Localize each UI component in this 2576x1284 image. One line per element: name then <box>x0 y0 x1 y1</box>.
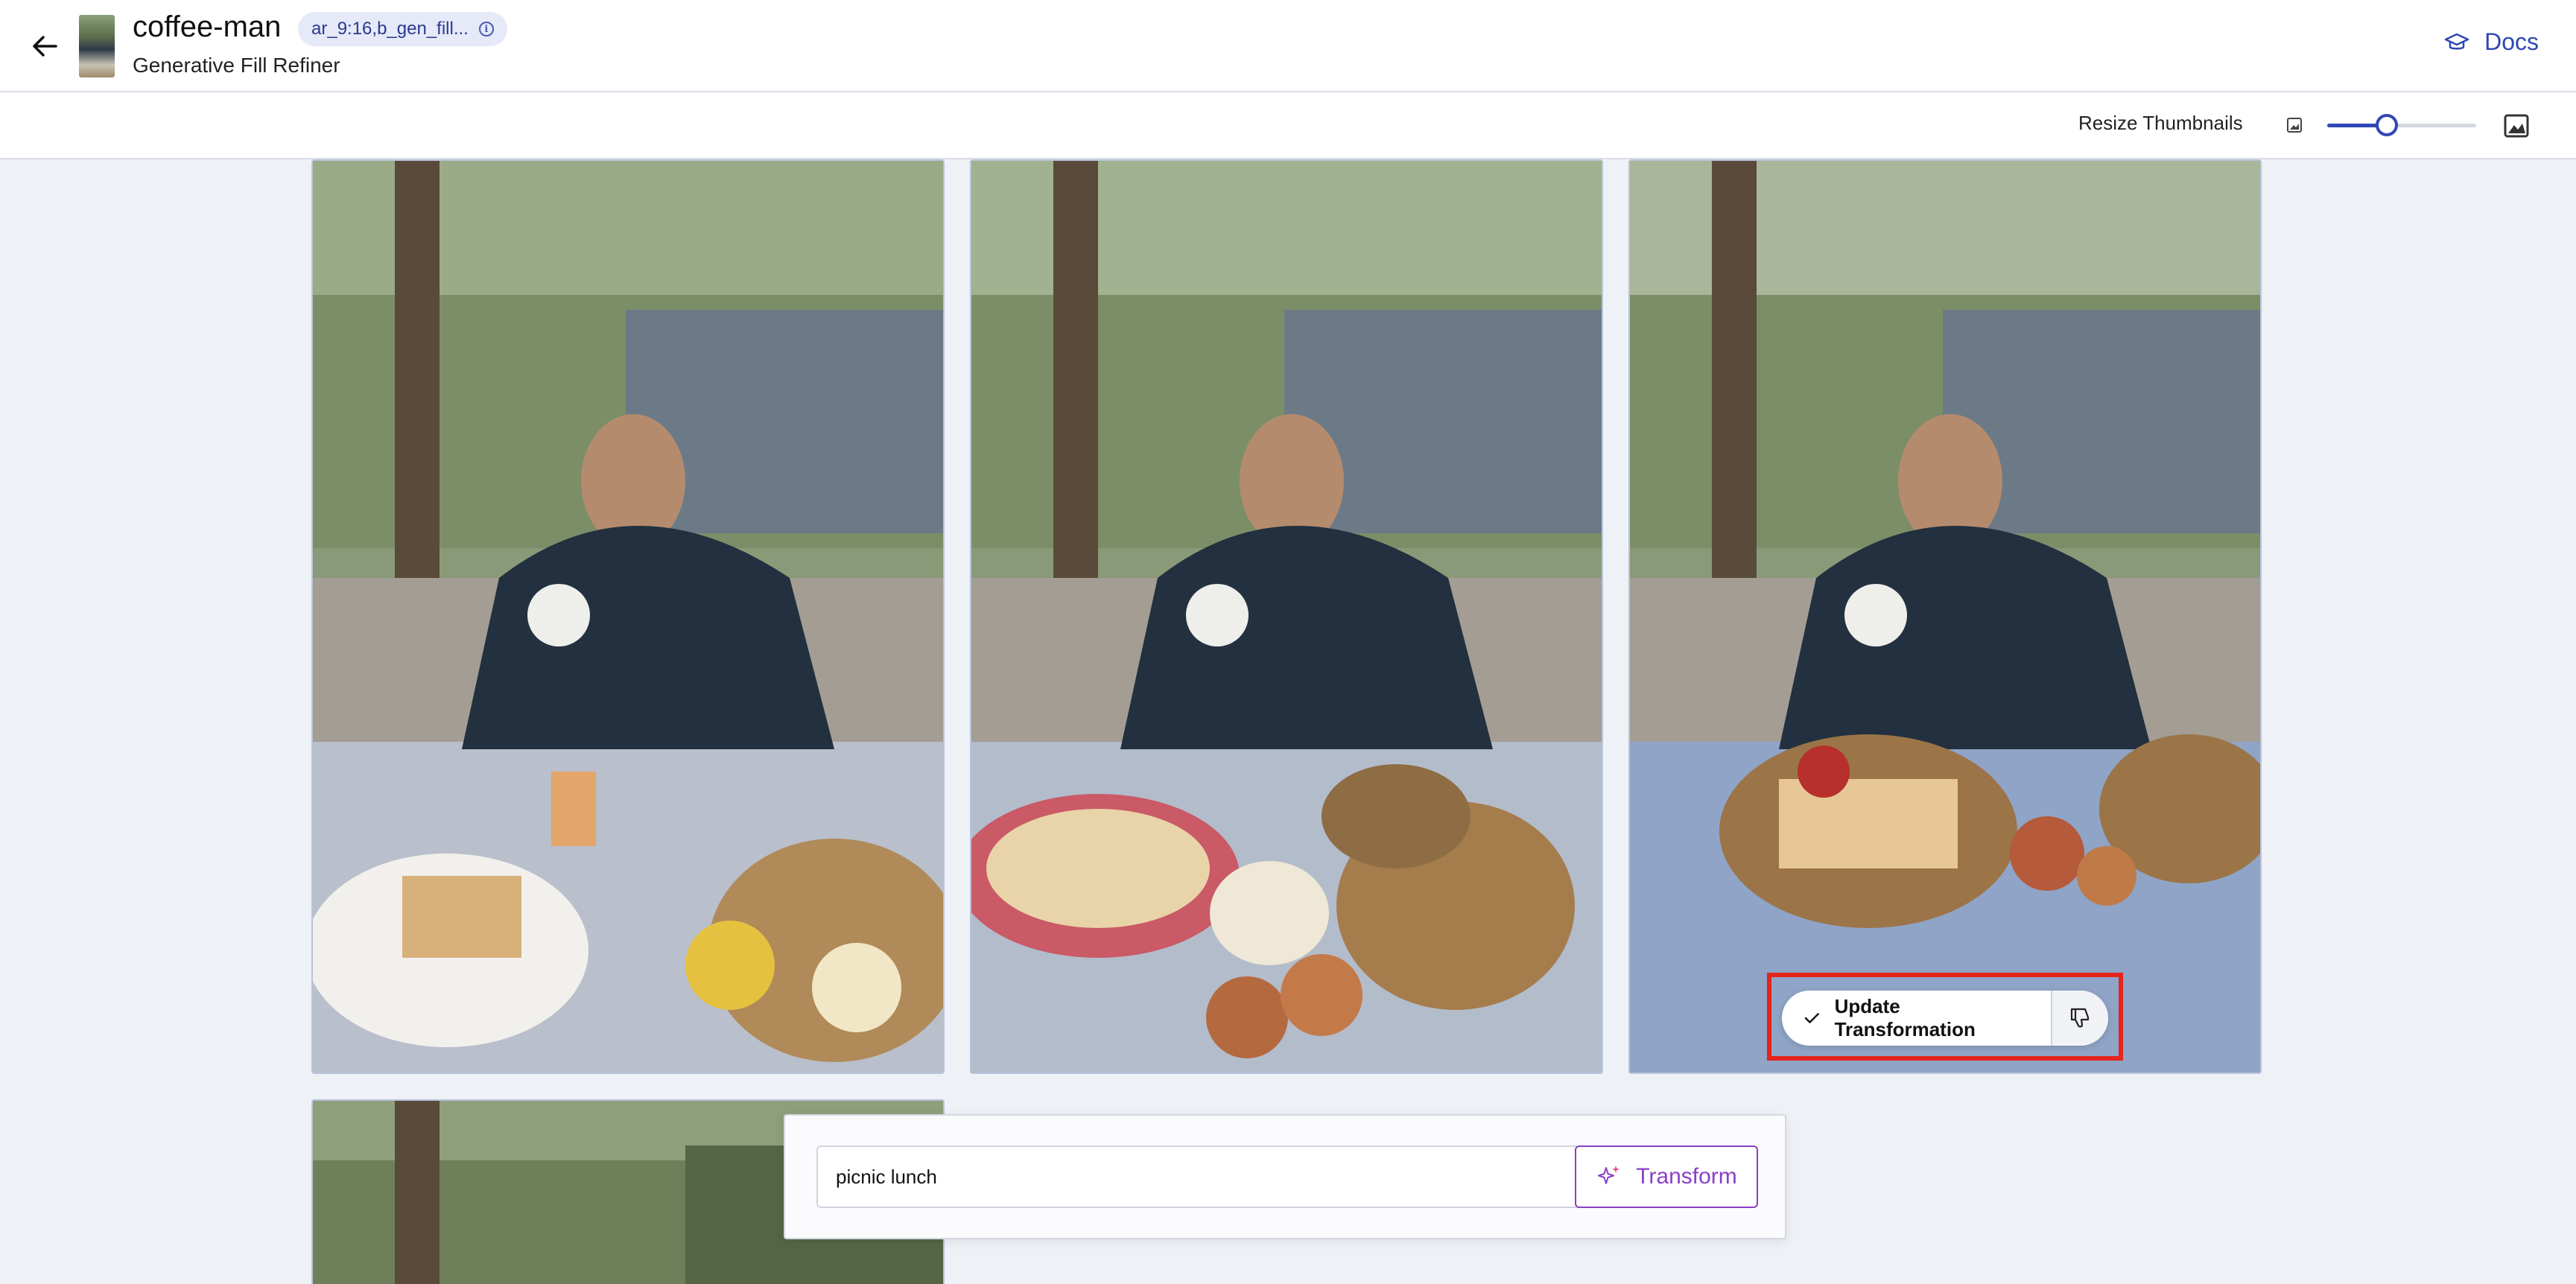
update-transformation-pill: Update Transformation <box>1782 991 2108 1046</box>
resize-thumbnails-label: Resize Thumbnails <box>2078 112 2243 134</box>
graduation-cap-icon <box>2444 33 2469 49</box>
result-thumbnail[interactable] <box>970 159 1603 1074</box>
prompt-input[interactable] <box>816 1145 1602 1208</box>
result-image <box>313 161 943 1072</box>
docs-link[interactable]: Docs <box>2444 28 2539 56</box>
docs-label: Docs <box>2484 28 2539 55</box>
transform-label: Transform <box>1636 1164 1737 1189</box>
checkmark-icon <box>1804 1013 1819 1023</box>
update-transformation-button[interactable]: Update Transformation <box>1782 991 2051 1046</box>
update-transformation-highlight: Update Transformation <box>1767 973 2123 1061</box>
slider-handle[interactable] <box>2376 114 2398 136</box>
thumbnail-toolbar: Resize Thumbnails <box>0 92 2576 159</box>
transformation-chip[interactable]: ar_9:16,b_gen_fill... i <box>298 12 507 46</box>
thumbnail-size-slider[interactable] <box>2327 113 2476 137</box>
large-image-icon[interactable] <box>2503 113 2530 139</box>
transform-button[interactable]: Transform <box>1575 1145 1758 1208</box>
page-subtitle: Generative Fill Refiner <box>133 54 340 77</box>
thumbs-down-icon <box>2071 1008 2090 1028</box>
result-thumbnail[interactable] <box>1628 159 2262 1074</box>
sparkles-icon <box>1598 1166 1620 1184</box>
result-image <box>971 161 1602 1072</box>
asset-thumbnail <box>79 15 115 77</box>
small-image-icon[interactable] <box>2285 115 2303 136</box>
asset-title: coffee-man <box>133 10 282 43</box>
info-icon[interactable]: i <box>478 22 494 36</box>
result-thumbnail[interactable] <box>311 159 945 1074</box>
update-transformation-label: Update Transformation <box>1834 995 1976 1040</box>
arrow-left-icon <box>33 36 57 57</box>
transformation-chip-label: ar_9:16,b_gen_fill... <box>311 19 469 39</box>
dislike-button[interactable] <box>2050 991 2108 1046</box>
back-button[interactable] <box>25 28 64 64</box>
app-header: coffee-man ar_9:16,b_gen_fill... i Gener… <box>0 0 2576 92</box>
result-image <box>1630 161 2260 1072</box>
prompt-bar: Transform <box>784 1114 1786 1239</box>
